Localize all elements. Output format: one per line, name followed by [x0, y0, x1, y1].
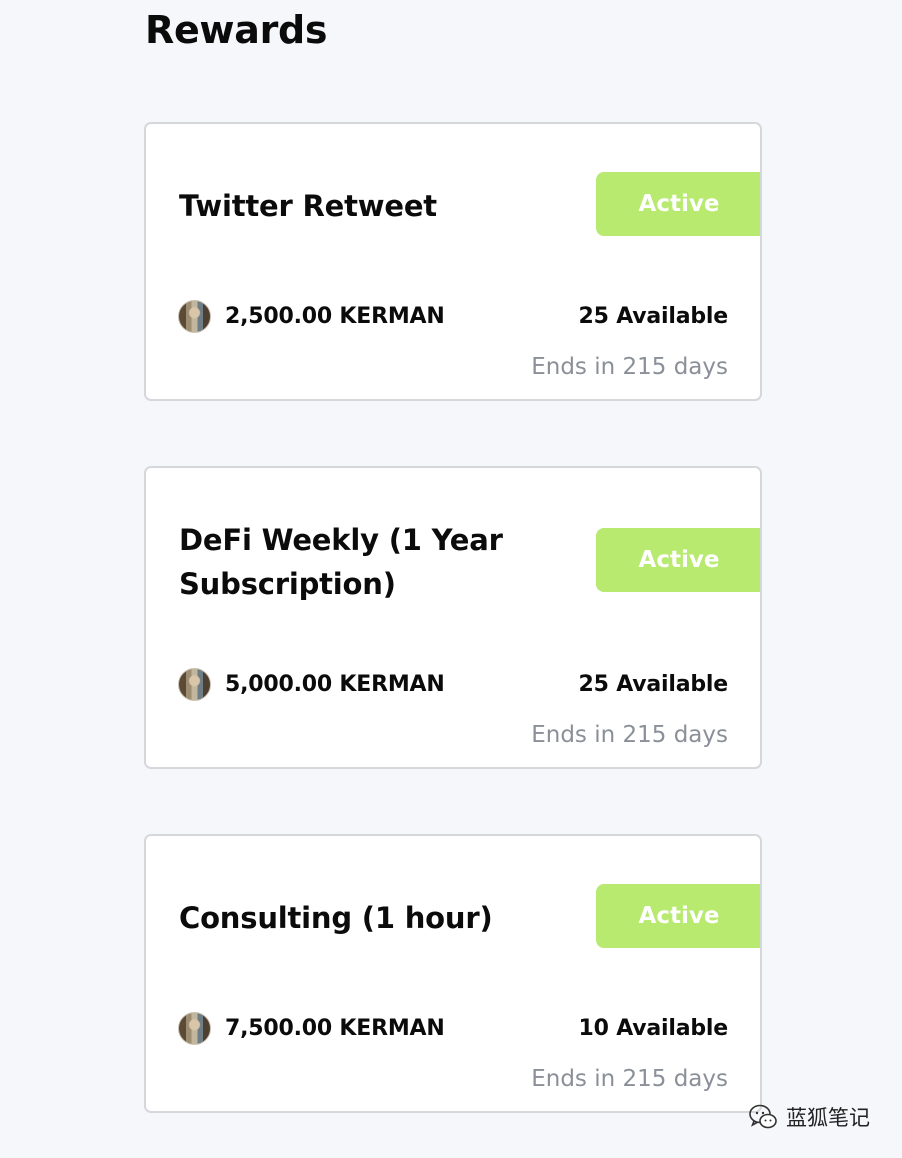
- available-count: 25 Available: [578, 672, 729, 697]
- reward-price: 7,500.00 KERMAN: [225, 1016, 445, 1041]
- reward-title: Twitter Retweet: [179, 189, 437, 223]
- status-badge: Active: [596, 884, 760, 948]
- reward-price: 5,000.00 KERMAN: [225, 672, 445, 697]
- avatar: [178, 1012, 211, 1045]
- price-row: 5,000.00 KERMAN: [178, 668, 445, 701]
- price-row: 2,500.00 KERMAN: [178, 300, 445, 333]
- reward-card-twitter-retweet[interactable]: Twitter Retweet Active 2,500.00 KERMAN 2…: [144, 122, 762, 401]
- page-title: Rewards: [145, 8, 328, 52]
- ends-in-text: Ends in 215 days: [531, 722, 728, 748]
- reward-title: Consulting (1 hour): [179, 901, 493, 935]
- ends-in-text: Ends in 215 days: [531, 1066, 728, 1092]
- reward-price: 2,500.00 KERMAN: [225, 304, 445, 329]
- watermark: 蓝狐笔记: [748, 1102, 870, 1132]
- status-badge: Active: [596, 172, 760, 236]
- watermark-text: 蓝狐笔记: [786, 1106, 870, 1130]
- status-badge: Active: [596, 528, 760, 592]
- avatar: [178, 668, 211, 701]
- available-count: 10 Available: [578, 1016, 729, 1041]
- reward-title: DeFi Weekly (1 Year Subscription): [179, 523, 503, 601]
- wechat-icon: [749, 1104, 777, 1129]
- avatar: [178, 300, 211, 333]
- available-count: 25 Available: [578, 304, 729, 329]
- reward-card-defi-weekly[interactable]: DeFi Weekly (1 Year Subscription) Active…: [144, 466, 762, 769]
- reward-card-consulting[interactable]: Consulting (1 hour) Active 7,500.00 KERM…: [144, 834, 762, 1113]
- ends-in-text: Ends in 215 days: [531, 354, 728, 380]
- price-row: 7,500.00 KERMAN: [178, 1012, 445, 1045]
